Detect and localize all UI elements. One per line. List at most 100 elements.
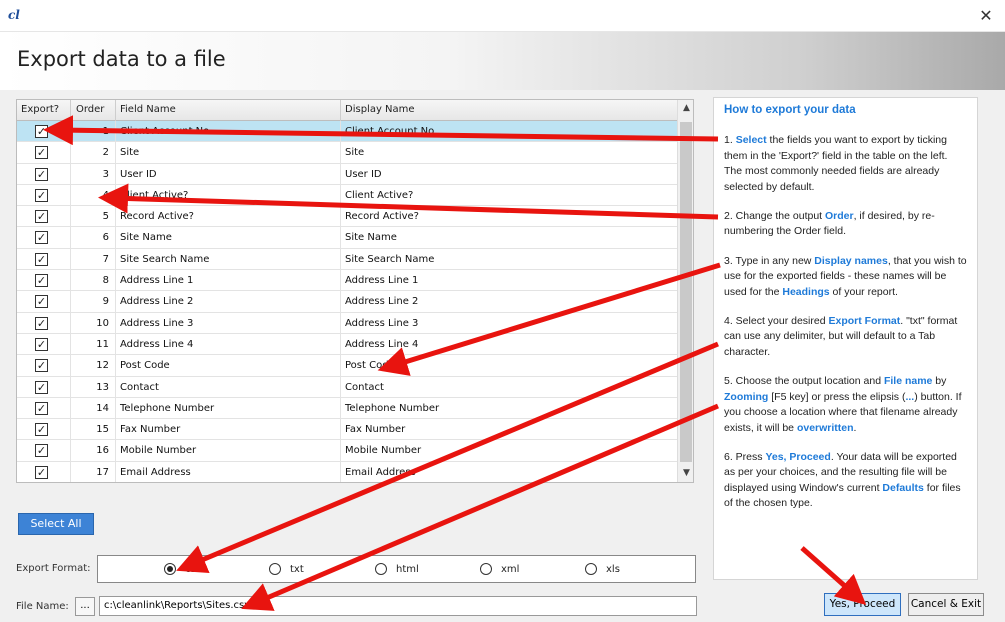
vertical-scrollbar[interactable]: ▲ ▼ (677, 100, 693, 482)
scroll-down-icon[interactable]: ▼ (678, 465, 693, 482)
display-name-cell[interactable]: Client Active? (341, 185, 677, 206)
export-cell[interactable]: ✓ (17, 270, 71, 292)
table-row[interactable]: ✓ 7 Site Search Name Site Search Name (17, 248, 677, 271)
order-cell[interactable]: 14 (71, 397, 116, 419)
export-checkbox[interactable]: ✓ (35, 231, 48, 245)
export-checkbox[interactable]: ✓ (35, 423, 48, 437)
export-checkbox[interactable]: ✓ (35, 210, 48, 224)
display-name-cell[interactable]: Email Address (341, 462, 677, 482)
radio-circle-icon[interactable] (269, 563, 281, 575)
order-cell[interactable]: 2 (71, 142, 116, 164)
table-row[interactable]: ✓ 12 Post Code Post Code (17, 355, 677, 377)
radio-circle-icon[interactable] (480, 563, 492, 575)
scrollbar-thumb[interactable] (680, 122, 692, 462)
column-header-display-name[interactable]: Display Name (341, 100, 677, 121)
display-name-cell[interactable]: Address Line 2 (341, 291, 677, 312)
scroll-up-icon[interactable]: ▲ (678, 100, 693, 117)
display-name-cell[interactable]: Address Line 3 (341, 313, 677, 334)
export-checkbox[interactable]: ✓ (35, 359, 48, 373)
export-cell[interactable]: ✓ (17, 419, 71, 441)
order-cell[interactable]: 12 (71, 355, 116, 377)
order-cell[interactable]: 7 (71, 248, 116, 270)
table-row[interactable]: ✓ 16 Mobile Number Mobile Number (17, 440, 677, 462)
order-cell[interactable]: 5 (71, 206, 116, 228)
order-cell[interactable]: 17 (71, 461, 116, 482)
display-name-cell[interactable]: Site Search Name (341, 249, 677, 270)
table-row[interactable]: ✓ 1 Client Account No Client Account No (17, 121, 677, 143)
export-cell[interactable]: ✓ (17, 333, 71, 355)
export-checkbox[interactable]: ✓ (35, 188, 48, 202)
order-cell[interactable]: 8 (71, 270, 116, 292)
export-checkbox[interactable]: ✓ (35, 337, 48, 351)
column-header-export[interactable]: Export? (17, 100, 71, 121)
export-checkbox[interactable]: ✓ (35, 401, 48, 415)
export-cell[interactable]: ✓ (17, 184, 71, 206)
export-cell[interactable]: ✓ (17, 312, 71, 334)
export-cell[interactable]: ✓ (17, 440, 71, 462)
export-checkbox[interactable]: ✓ (35, 274, 48, 288)
export-cell[interactable]: ✓ (17, 163, 71, 185)
radio-circle-icon[interactable] (585, 563, 597, 575)
table-row[interactable]: ✓ 14 Telephone Number Telephone Number (17, 397, 677, 420)
table-row[interactable]: ✓ 15 Fax Number Fax Number (17, 419, 677, 441)
radio-xml[interactable]: xml (480, 563, 519, 577)
display-name-cell[interactable]: User ID (341, 164, 677, 185)
export-cell[interactable]: ✓ (17, 397, 71, 419)
display-name-cell[interactable]: Client Account No (341, 121, 677, 142)
export-cell[interactable]: ✓ (17, 142, 71, 164)
export-cell[interactable]: ✓ (17, 206, 71, 228)
order-cell[interactable]: 3 (71, 163, 116, 185)
radio-circle-icon[interactable] (164, 563, 176, 575)
table-row[interactable]: ✓ 3 User ID User ID (17, 163, 677, 185)
display-name-cell[interactable]: Record Active? (341, 206, 677, 227)
order-cell[interactable]: 16 (71, 440, 116, 462)
display-name-cell[interactable]: Site (341, 142, 677, 163)
export-checkbox[interactable]: ✓ (35, 295, 48, 309)
export-cell[interactable]: ✓ (17, 376, 71, 398)
display-name-cell[interactable]: Address Line 1 (341, 270, 677, 291)
export-checkbox[interactable]: ✓ (35, 465, 48, 479)
export-checkbox[interactable]: ✓ (35, 316, 48, 330)
table-row[interactable]: ✓ 10 Address Line 3 Address Line 3 (17, 312, 677, 334)
export-checkbox[interactable]: ✓ (35, 146, 48, 160)
export-cell[interactable]: ✓ (17, 461, 71, 482)
export-cell[interactable]: ✓ (17, 248, 71, 270)
table-row[interactable]: ✓ 8 Address Line 1 Address Line 1 (17, 270, 677, 292)
order-cell[interactable]: 13 (71, 376, 116, 398)
export-checkbox[interactable]: ✓ (35, 252, 48, 266)
radio-circle-icon[interactable] (375, 563, 387, 575)
export-cell[interactable]: ✓ (17, 121, 71, 142)
radio-html[interactable]: html (375, 563, 419, 577)
order-cell[interactable]: 6 (71, 227, 116, 249)
export-cell[interactable]: ✓ (17, 227, 71, 249)
display-name-cell[interactable]: Address Line 4 (341, 334, 677, 355)
table-row[interactable]: ✓ 17 Email Address Email Address (17, 461, 677, 482)
order-cell[interactable]: 4 (71, 184, 116, 206)
radio-xls[interactable]: xls (585, 563, 620, 577)
order-cell[interactable]: 1 (71, 121, 116, 142)
table-row[interactable]: ✓ 5 Record Active? Record Active? (17, 206, 677, 228)
close-button[interactable]: ✕ (967, 0, 1005, 32)
order-cell[interactable]: 15 (71, 419, 116, 441)
export-checkbox[interactable]: ✓ (35, 444, 48, 458)
order-cell[interactable]: 9 (71, 291, 116, 313)
export-checkbox[interactable]: ✓ (35, 167, 48, 181)
table-row[interactable]: ✓ 2 Site Site (17, 142, 677, 164)
yes-proceed-button[interactable]: Yes, Proceed (824, 593, 901, 616)
select-all-button[interactable]: Select All (18, 513, 94, 535)
table-row[interactable]: ✓ 13 Contact Contact (17, 376, 677, 398)
order-cell[interactable]: 10 (71, 312, 116, 334)
table-row[interactable]: ✓ 9 Address Line 2 Address Line 2 (17, 291, 677, 313)
file-name-input[interactable]: c:\cleanlink\Reports\Sites.csv (99, 596, 697, 616)
order-cell[interactable]: 11 (71, 333, 116, 355)
display-name-cell[interactable]: Contact (341, 377, 677, 398)
export-checkbox[interactable]: ✓ (35, 125, 48, 138)
display-name-cell[interactable]: Fax Number (341, 419, 677, 440)
display-name-cell[interactable]: Telephone Number (341, 398, 677, 419)
export-cell[interactable]: ✓ (17, 355, 71, 377)
export-cell[interactable]: ✓ (17, 291, 71, 313)
radio-csv[interactable]: csv (164, 563, 202, 577)
column-header-order[interactable]: Order (71, 100, 116, 121)
table-row[interactable]: ✓ 4 Client Active? Client Active? (17, 184, 677, 207)
table-row[interactable]: ✓ 6 Site Name Site Name (17, 227, 677, 249)
